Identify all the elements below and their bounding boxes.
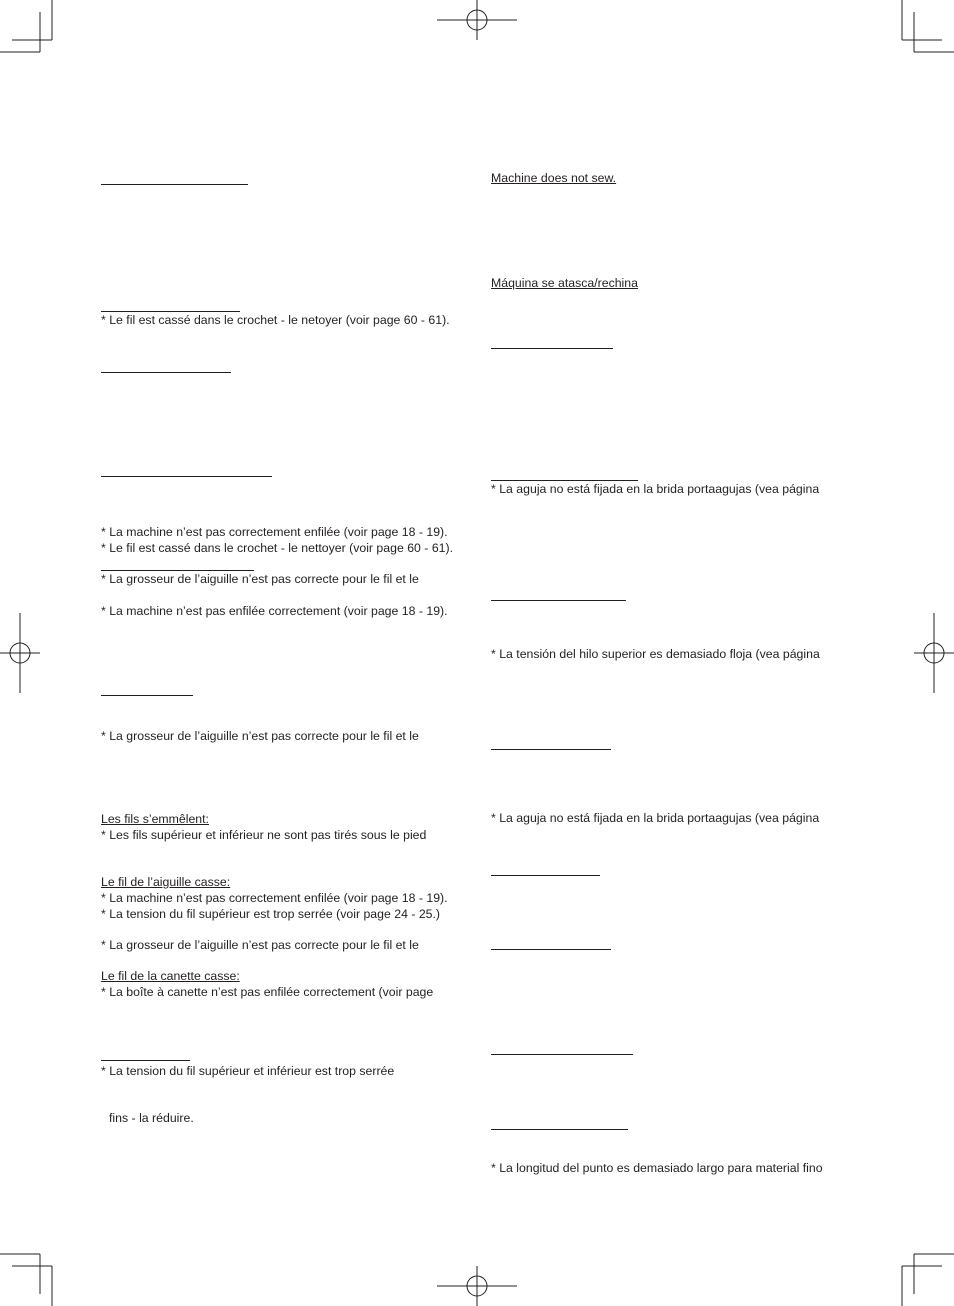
troubleshoot-item: * La boîte à canette n’est pas enfilée c…: [101, 985, 434, 999]
troubleshoot-item-continuation: fins - la réduire.: [109, 1111, 194, 1125]
troubleshoot-item: * La machine n’est pas correctement enfi…: [101, 525, 448, 539]
heading-rule: [101, 372, 231, 373]
registration-mark-top: [437, 0, 517, 40]
troubleshoot-item: * La machine n’est pas correctement enfi…: [101, 891, 448, 905]
heading-rule: [101, 184, 248, 185]
heading-rule: [491, 480, 638, 481]
troubleshoot-item: * La machine n’est pas enfilée correctem…: [101, 604, 448, 618]
troubleshoot-item: * La grosseur de l’aiguille n’est pas co…: [101, 572, 419, 586]
heading-rule: [491, 1129, 628, 1130]
troubleshoot-item: * Les fils supérieur et inférieur ne son…: [101, 828, 427, 842]
heading-rule: [491, 600, 626, 601]
troubleshoot-item: * La grosseur de l’aiguille n’est pas co…: [101, 729, 419, 743]
troubleshoot-item: * Le fil est cassé dans le crochet - le …: [101, 313, 450, 327]
section-heading: Le fil de l’aiguille casse:: [101, 875, 231, 889]
registration-mark-bottom: [437, 1266, 517, 1306]
troubleshoot-item: * La grosseur de l’aiguille n’est pas co…: [101, 938, 419, 952]
heading-rule: [101, 570, 254, 571]
section-heading: Les fils s’emmêlent:: [101, 812, 209, 826]
section-heading: Machine does not sew.: [491, 171, 617, 185]
troubleshoot-item: * La tension du fil supérieur et inférie…: [101, 1064, 395, 1078]
registration-mark-right: [914, 613, 954, 693]
troubleshoot-item: * La tensión del hilo superior es demasi…: [491, 647, 820, 661]
heading-rule: [491, 749, 611, 750]
heading-rule: [491, 949, 611, 950]
heading-rule: [101, 311, 240, 312]
section-heading: Máquina se atasca/rechina: [491, 276, 638, 290]
heading-rule: [491, 348, 613, 349]
troubleshoot-item: * La longitud del punto es demasiado lar…: [491, 1161, 823, 1175]
troubleshoot-item: * La aguja no está fijada en la brida po…: [491, 811, 820, 825]
heading-rule: [101, 1060, 190, 1061]
troubleshoot-item: * La tension du fil supérieur est trop s…: [101, 907, 441, 921]
registration-mark-left: [0, 613, 40, 693]
heading-rule: [101, 695, 193, 696]
heading-rule: [491, 875, 600, 876]
troubleshoot-item: * Le fil est cassé dans le crochet - le …: [101, 541, 454, 555]
section-heading: Le fil de la canette casse:: [101, 969, 240, 983]
heading-rule: [101, 476, 272, 477]
troubleshoot-item: * La aguja no está fijada en la brida po…: [491, 482, 820, 496]
heading-rule: [491, 1054, 633, 1055]
